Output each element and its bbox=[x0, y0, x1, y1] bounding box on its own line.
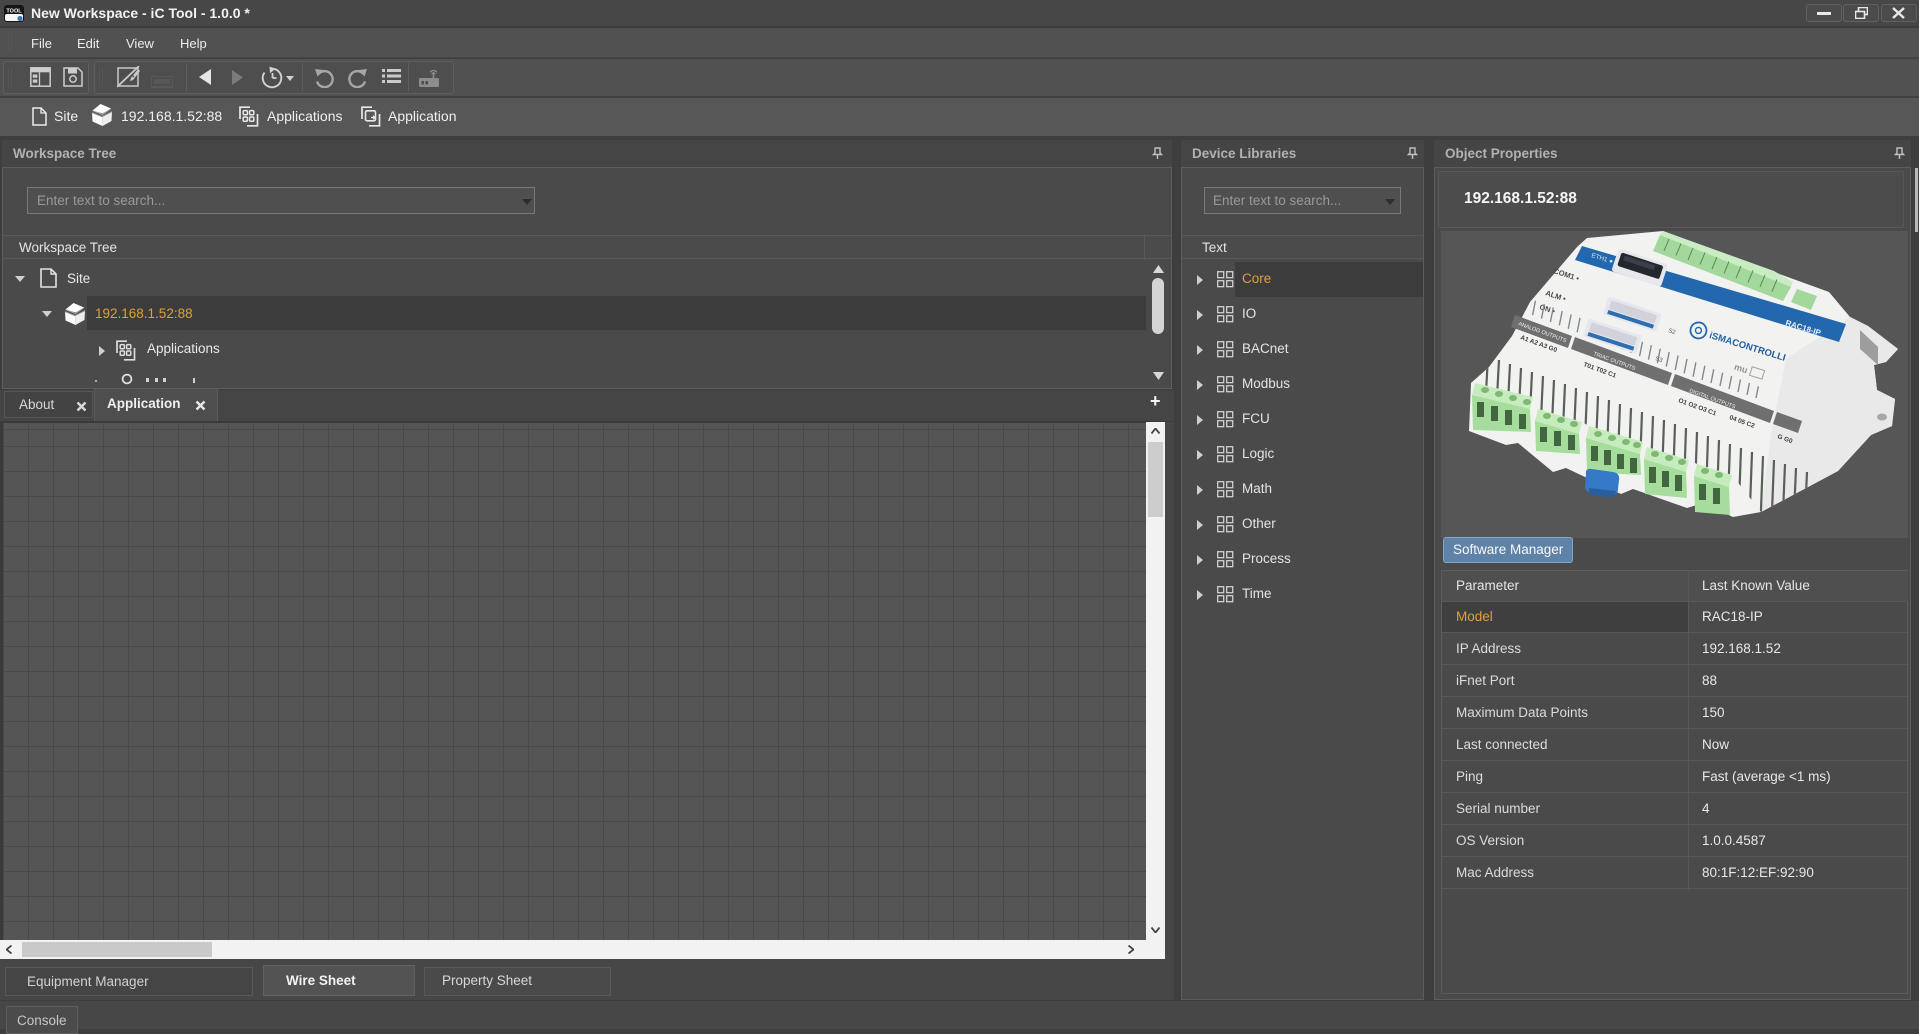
svg-text:TOOL: TOOL bbox=[6, 9, 22, 15]
